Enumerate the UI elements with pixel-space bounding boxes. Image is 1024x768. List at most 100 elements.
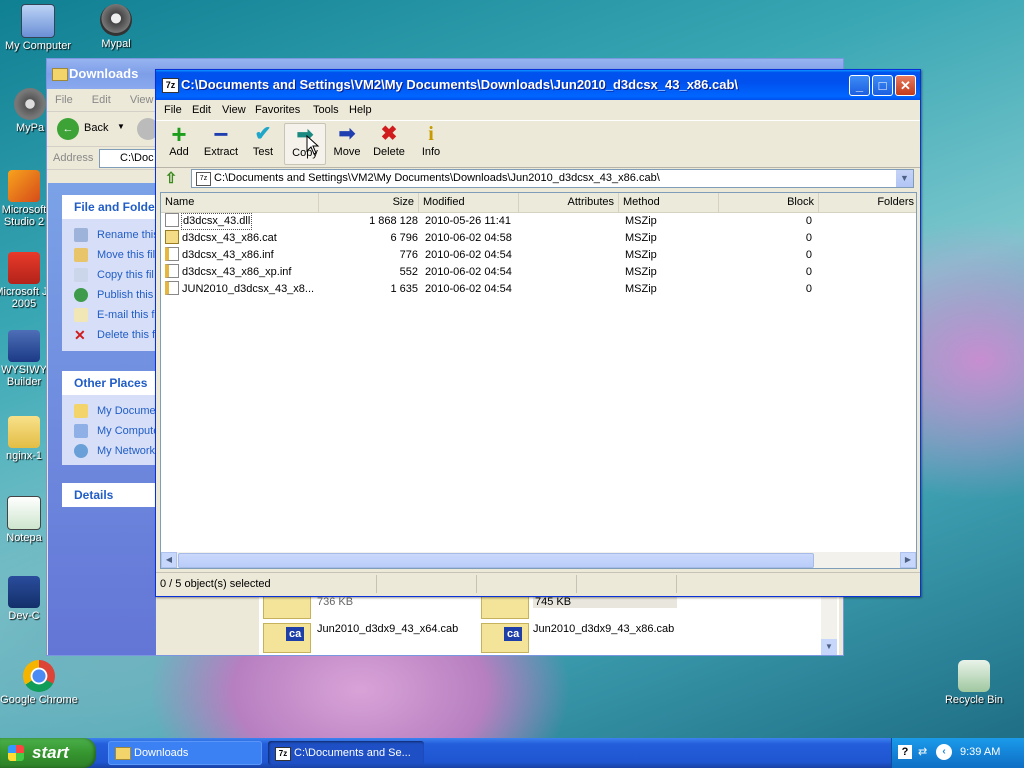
task-email[interactable]: E-mail this fi	[62, 305, 162, 325]
close-button[interactable]: ✕	[895, 75, 916, 96]
task-rename[interactable]: Rename this	[62, 225, 162, 245]
folder-icon	[8, 416, 40, 448]
file-size: 736 KB	[317, 596, 354, 608]
help-icon[interactable]: ?	[898, 745, 912, 759]
table-row[interactable]: d3dcsx_43_x86_xp.inf 552 2010-06-02 04:5…	[161, 264, 916, 281]
sevenzip-menu-bar: File Edit View Favorites Tools Help	[156, 100, 920, 120]
info-button[interactable]: i Info	[410, 123, 452, 165]
cab-file-icon: ca	[481, 623, 529, 653]
task-copy[interactable]: Copy this fil	[62, 265, 162, 285]
scroll-down-arrow-icon[interactable]: ▼	[821, 639, 837, 655]
desktop-icon-mypal[interactable]: Mypal	[74, 4, 158, 50]
cell-block: 0	[805, 232, 812, 244]
delete-x-icon: ✖	[380, 123, 398, 145]
desktop-icon-label: Recycle Bin	[944, 694, 1004, 706]
archive-file-list: Name Size Modified Attributes Method Blo…	[160, 192, 917, 569]
details-title[interactable]: Details	[62, 483, 162, 507]
column-header-name[interactable]: Name	[161, 193, 319, 212]
table-row[interactable]: d3dcsx_43.dll 1 868 128 2010-05-26 11:41…	[161, 213, 916, 230]
delete-button[interactable]: ✖ Delete	[368, 123, 410, 165]
column-header-block[interactable]: Block	[719, 193, 819, 212]
sevenzip-title-bar[interactable]: 7z C:\Documents and Settings\VM2\My Docu…	[156, 70, 920, 100]
column-header-attributes[interactable]: Attributes	[519, 193, 619, 212]
address-label: Address	[53, 152, 94, 164]
table-row[interactable]: JUN2010_d3dcsx_43_x8... 1 635 2010-06-02…	[161, 281, 916, 298]
file-tile[interactable]: ca Jun2010_d3dx9_43_x64.cab	[263, 623, 473, 653]
cell-size: 1 868 128	[369, 215, 418, 227]
cell-block: 0	[805, 249, 812, 261]
add-button[interactable]: + Add	[158, 121, 200, 165]
menu-edit[interactable]: Edit	[92, 94, 111, 106]
chevron-down-icon[interactable]: ▼	[895, 170, 913, 187]
sevenzip-app-icon: 7z	[275, 747, 291, 761]
menu-help[interactable]: Help	[349, 100, 372, 120]
column-header-folders[interactable]: Folders	[819, 193, 916, 212]
menu-view[interactable]: View	[222, 100, 246, 120]
maximize-button[interactable]: □	[872, 75, 893, 96]
column-header-modified[interactable]: Modified	[419, 193, 519, 212]
task-move[interactable]: Move this fil	[62, 245, 162, 265]
cell-name: d3dcsx_43.dll	[181, 213, 253, 230]
place-my-computer[interactable]: My Compute	[62, 421, 162, 441]
sevenzip-window[interactable]: 7z C:\Documents and Settings\VM2\My Docu…	[155, 69, 921, 597]
desktop-icon-chrome[interactable]: Google Chrome	[0, 660, 81, 706]
task-publish[interactable]: Publish this	[62, 285, 162, 305]
place-my-documents[interactable]: My Documer	[62, 401, 162, 421]
expand-tray-icon[interactable]: ‹	[936, 744, 952, 760]
other-places-title[interactable]: Other Places	[62, 371, 162, 395]
system-tray: ? ⇄ ‹ 9:39 AM	[891, 738, 1024, 768]
cell-modified: 2010-06-02 04:58	[425, 232, 512, 244]
cell-size: 552	[399, 266, 418, 278]
menu-view[interactable]: View	[130, 94, 154, 106]
place-my-network[interactable]: My Network	[62, 441, 162, 461]
status-divider	[676, 575, 677, 593]
move-button[interactable]: ➡ Move	[326, 123, 368, 165]
file-folder-tasks-title[interactable]: File and Folder	[62, 195, 162, 219]
scroll-left-arrow-icon[interactable]: ◀	[161, 552, 177, 568]
column-header-method[interactable]: Method	[619, 193, 719, 212]
back-arrow-icon[interactable]: ←	[57, 118, 79, 140]
file-tile[interactable]: ca Jun2010_d3dx9_43_x86.cab	[481, 623, 691, 653]
desktop-icon-label: My Computer	[4, 40, 72, 52]
menu-file[interactable]: File	[55, 94, 73, 106]
clock[interactable]: 9:39 AM	[960, 746, 1000, 758]
menu-file[interactable]: File	[164, 100, 182, 120]
notepad-icon	[7, 496, 41, 530]
address-value: C:\Documents and Settings\VM2\My Documen…	[214, 172, 660, 184]
status-divider	[576, 575, 577, 593]
menu-tools[interactable]: Tools	[313, 100, 339, 120]
taskbar: start Downloads 7z C:\Documents and Se..…	[0, 738, 1024, 768]
chrome-icon	[23, 660, 55, 692]
table-row[interactable]: d3dcsx_43_x86.cat 6 796 2010-06-02 04:58…	[161, 230, 916, 247]
test-button[interactable]: ✔ Test	[242, 123, 284, 165]
task-delete[interactable]: ✕ Delete this f	[62, 325, 162, 345]
scroll-right-arrow-icon[interactable]: ▶	[900, 552, 916, 568]
taskbar-button-sevenzip[interactable]: 7z C:\Documents and Se...	[268, 741, 424, 765]
cell-block: 0	[805, 266, 812, 278]
extract-label: Extract	[203, 146, 239, 158]
column-header-size[interactable]: Size	[319, 193, 419, 212]
back-button-label[interactable]: Back	[84, 122, 108, 134]
extract-button[interactable]: − Extract	[200, 121, 242, 165]
cell-modified: 2010-06-02 04:54	[425, 266, 512, 278]
menu-favorites[interactable]: Favorites	[255, 100, 300, 120]
desktop-icon-my-computer[interactable]: My Computer	[0, 4, 80, 52]
horizontal-scrollbar[interactable]: ◀ ▶	[161, 552, 916, 568]
info-label: Info	[421, 146, 441, 158]
menu-edit[interactable]: Edit	[192, 100, 211, 120]
scrollbar-thumb[interactable]	[178, 553, 814, 568]
folder-up-icon[interactable]: ⇧	[163, 170, 179, 187]
taskbar-button-downloads[interactable]: Downloads	[108, 741, 262, 765]
archive-icon: 7z	[196, 172, 211, 186]
delete-label: Delete	[373, 146, 405, 158]
table-row[interactable]: d3dcsx_43_x86.inf 776 2010-06-02 04:54 M…	[161, 247, 916, 264]
minimize-button[interactable]: _	[849, 75, 870, 96]
desktop-icon-recycle-bin[interactable]: Recycle Bin	[932, 660, 1016, 706]
raccoon-icon	[14, 88, 46, 120]
desktop-icon-label: WYSIWY Builder	[1, 364, 47, 388]
volume-icon[interactable]: ⇄	[918, 745, 930, 759]
file-size: 745 KB	[533, 596, 677, 608]
address-combobox[interactable]: 7z C:\Documents and Settings\VM2\My Docu…	[191, 169, 914, 188]
start-button[interactable]: start	[0, 738, 96, 768]
chevron-down-icon[interactable]: ▼	[117, 122, 125, 131]
